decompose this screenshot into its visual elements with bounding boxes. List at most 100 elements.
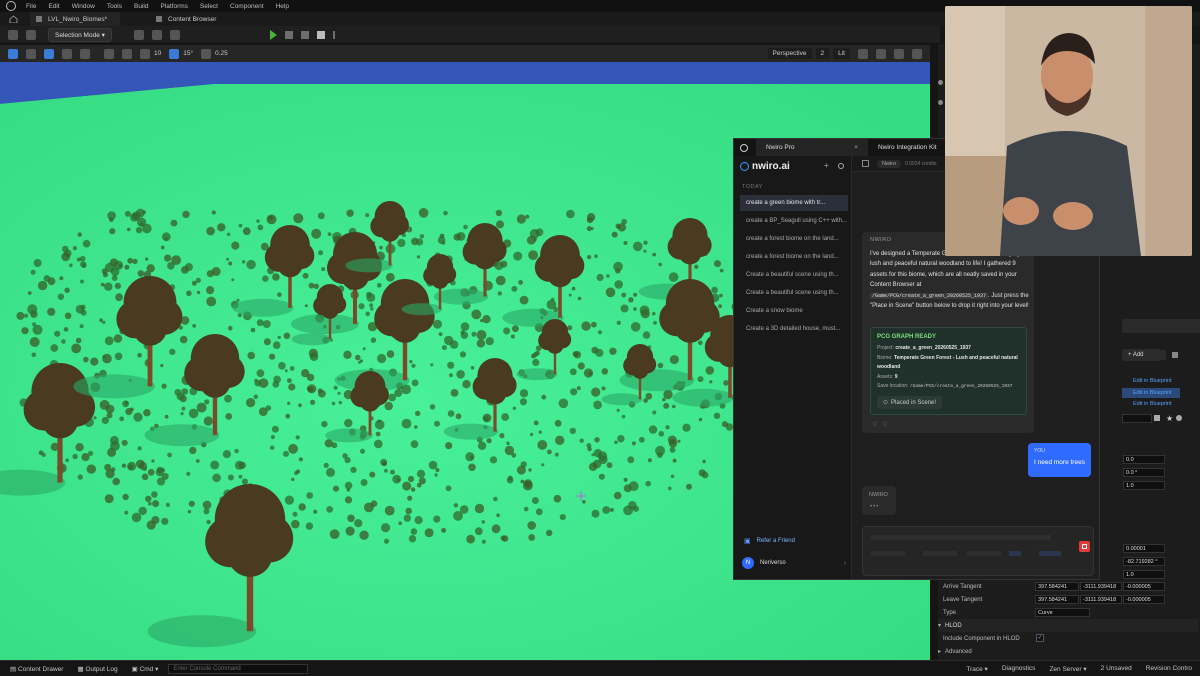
cinematics-icon[interactable] [169, 29, 180, 40]
stop-icon[interactable] [300, 30, 309, 39]
edit-in-blueprint-link[interactable]: Edit in Blueprint [1133, 401, 1172, 407]
revision-control-button[interactable]: Revision Contro [1142, 665, 1196, 672]
cmd-dropdown[interactable]: ▣ Cmd ▾ [128, 665, 163, 673]
rotation-snap-value[interactable]: 15° [183, 50, 193, 57]
hamburger-icon[interactable] [8, 48, 18, 59]
details-search-input[interactable] [1122, 414, 1152, 423]
arrive-tangent-x[interactable]: 397.584241 [1035, 582, 1079, 591]
level-tab[interactable]: LVL_Nwiro_Biomes* [30, 12, 120, 26]
value-field[interactable]: 1.0 [1123, 570, 1165, 579]
eye-icon[interactable] [938, 100, 943, 105]
grid-snap-icon[interactable] [140, 48, 150, 59]
tab-nwiro-pro[interactable]: Nwiro Pro × [756, 139, 868, 156]
play-icon[interactable] [269, 29, 277, 40]
history-item[interactable]: create a forest biome on the land... [740, 231, 848, 247]
history-item[interactable]: Create a beautiful scene using th... [740, 267, 848, 283]
surface-snap-icon[interactable] [122, 48, 132, 59]
history-item[interactable]: Create a beautiful scene using th... [740, 285, 848, 301]
new-chat-icon[interactable]: + [824, 161, 829, 170]
close-icon[interactable]: × [854, 144, 858, 151]
leave-tangent-x[interactable]: 397.584241 [1035, 595, 1079, 604]
history-item[interactable]: Create a snow biome [740, 303, 848, 319]
zen-server-button[interactable]: Zen Server ▾ [1045, 665, 1090, 673]
grid-snap-value[interactable]: 10 [154, 50, 161, 57]
prompt-input[interactable] [862, 526, 1094, 576]
step-icon[interactable] [284, 30, 293, 39]
rotation-field[interactable]: 0.0 [1123, 455, 1165, 464]
mode-option[interactable] [1009, 551, 1021, 556]
edit-in-blueprint-link[interactable]: Edit in Blueprint [1133, 390, 1172, 396]
settings-icon[interactable] [1176, 415, 1182, 421]
menu-edit[interactable]: Edit [48, 3, 59, 10]
eject-icon[interactable] [316, 30, 325, 39]
scale-snap-value[interactable]: 0.25 [215, 50, 228, 57]
placed-in-scene-button[interactable]: ⊙ Placed in Scene! [877, 396, 943, 409]
show-icon[interactable] [858, 48, 868, 59]
thumbs-up-icon[interactable]: ♡ [872, 421, 877, 428]
rotation-snap-icon[interactable] [169, 48, 180, 59]
type-dropdown[interactable]: Curve [1035, 608, 1090, 617]
menu-file[interactable]: File [26, 3, 36, 10]
history-item[interactable]: create a BP_Seagull using C++ with... [740, 213, 848, 229]
browse-icon[interactable] [26, 29, 36, 40]
rotate-tool-icon[interactable] [62, 48, 72, 59]
history-item[interactable]: create a forest biome on the land... [740, 249, 848, 265]
eye-icon[interactable] [938, 80, 943, 85]
favorite-star-icon[interactable]: ★ [1166, 414, 1173, 423]
output-log-button[interactable]: ▦ Output Log [73, 665, 121, 673]
translate-tool-icon[interactable] [44, 48, 54, 59]
user-profile[interactable]: N Neriverso › [742, 557, 846, 569]
content-drawer-button[interactable]: ▤ Content Drawer [6, 665, 67, 673]
scale-snap-icon[interactable] [201, 48, 212, 59]
layout-icon[interactable] [912, 48, 922, 59]
menu-help[interactable]: Help [276, 3, 289, 10]
realtime-icon[interactable] [876, 48, 886, 59]
value-field[interactable]: 0.00001 [1123, 544, 1165, 553]
scale-field[interactable]: 1.0 [1123, 481, 1165, 490]
selection-mode-dropdown[interactable]: Selection Mode ▾ [48, 27, 112, 42]
menu-platforms[interactable]: Platforms [160, 3, 187, 10]
world-local-icon[interactable] [104, 48, 114, 59]
add-actor-icon[interactable] [133, 29, 144, 40]
settings-icon[interactable] [894, 48, 904, 59]
advanced-row[interactable]: ▸ Advanced [938, 645, 1198, 658]
leave-tangent-z[interactable]: -0.000005 [1123, 595, 1165, 604]
menu-window[interactable]: Window [72, 3, 95, 10]
history-item[interactable]: create a green biome with tr... [740, 195, 848, 211]
lit-dropdown[interactable]: Lit [833, 48, 850, 59]
mode-option[interactable] [967, 551, 1001, 556]
grid-view-icon[interactable] [1154, 415, 1160, 421]
save-icon[interactable] [8, 29, 18, 40]
settings-icon[interactable] [838, 163, 844, 169]
unreal-logo-icon[interactable] [6, 1, 16, 11]
include-hlod-checkbox[interactable]: ✓ [1036, 634, 1044, 642]
leave-tangent-y[interactable]: -3111.939418 [1080, 595, 1122, 604]
home-icon[interactable] [0, 12, 30, 26]
sidebar-toggle-icon[interactable] [862, 160, 869, 167]
console-input[interactable]: Enter Console Command [168, 663, 309, 674]
arrive-tangent-z[interactable]: -0.000005 [1123, 582, 1165, 591]
stop-button[interactable] [1079, 541, 1090, 552]
diagnostics-button[interactable]: Diagnostics [998, 665, 1040, 672]
more-options-icon[interactable] [332, 30, 335, 39]
lock-icon[interactable] [1172, 352, 1178, 358]
unsaved-button[interactable]: 2 Unsaved [1097, 665, 1136, 672]
trace-dropdown[interactable]: Trace ▾ [962, 665, 991, 673]
mode-option[interactable] [1039, 551, 1061, 556]
blueprint-options-icon[interactable] [1146, 350, 1166, 360]
menu-select[interactable]: Select [200, 3, 218, 10]
camera-speed[interactable]: 2 [815, 48, 830, 59]
hlod-section-header[interactable]: ▾ HLOD [938, 619, 1198, 632]
menu-tools[interactable]: Tools [107, 3, 122, 10]
menu-component[interactable]: Component [230, 3, 264, 10]
refer-friend-link[interactable]: ▣ Refer a Friend [744, 537, 795, 545]
rotation-field[interactable]: 0.0 ° [1123, 468, 1165, 477]
edit-in-blueprint-link[interactable]: Edit in Blueprint [1133, 378, 1172, 384]
mode-option[interactable] [871, 551, 905, 556]
scale-tool-icon[interactable] [80, 48, 90, 59]
history-item[interactable]: Create a 3D detailed house, must... [740, 321, 848, 337]
value-field[interactable]: -82.719282 ° [1123, 557, 1165, 566]
thumbs-down-icon[interactable]: ♡ [882, 421, 887, 428]
arrive-tangent-y[interactable]: -3111.939418 [1080, 582, 1122, 591]
content-browser-tab[interactable]: Content Browser [150, 12, 226, 26]
